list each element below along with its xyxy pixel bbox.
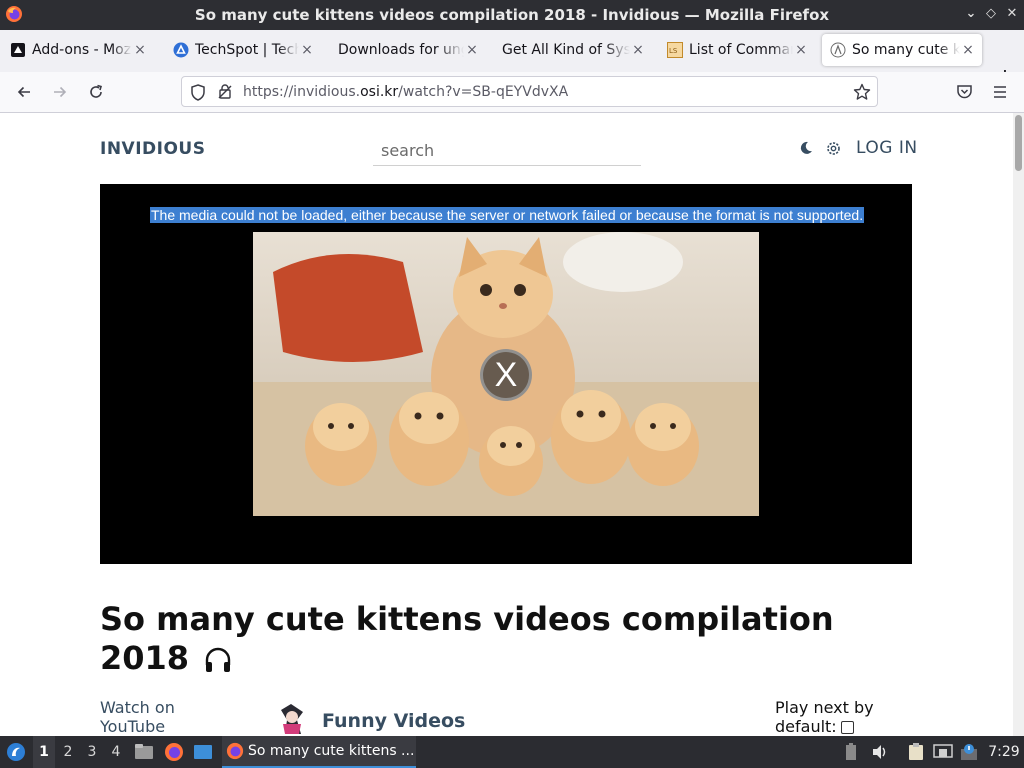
tab-close-icon[interactable]: × — [299, 42, 315, 58]
taskbar-window-firefox[interactable]: So many cute kittens ... — [222, 736, 416, 768]
tray-battery[interactable] — [842, 736, 860, 768]
back-button[interactable] — [14, 82, 34, 102]
restore-button[interactable]: ◇ — [982, 5, 1000, 23]
playback-error-x-icon: X — [480, 349, 532, 401]
tab-label: So many cute kittens — [852, 42, 960, 58]
firefox-icon — [226, 742, 244, 760]
tab-close-icon[interactable]: × — [630, 42, 646, 58]
reload-icon — [90, 84, 102, 98]
window-title: So many cute kittens videos compilation … — [194, 6, 830, 24]
file-manager-launcher[interactable] — [133, 736, 155, 768]
url-text[interactable]: https://invidious.osi.kr/watch?v=SB-qEYV… — [243, 84, 568, 100]
window-titlebar: So many cute kittens videos compilation … — [0, 0, 1024, 30]
app-launcher-icon — [7, 743, 25, 761]
window-close-button[interactable]: ✕ — [1003, 5, 1021, 23]
hamburger-menu-icon — [994, 86, 1006, 98]
tab-strip: Add-ons - Mozilla × TechSpot | Technolog… — [0, 30, 1024, 89]
svg-text:LS: LS — [669, 47, 678, 55]
channel-name-link[interactable]: Funny Videos — [322, 710, 465, 732]
tab-label: List of Commands — [689, 42, 793, 58]
gear-icon[interactable] — [825, 140, 842, 157]
firefox-launcher[interactable] — [163, 736, 185, 768]
taskbar-clock[interactable]: 7:29 — [984, 736, 1024, 768]
tab-techspot[interactable]: TechSpot | Technology × — [165, 34, 321, 66]
login-link[interactable]: LOG IN — [856, 138, 918, 158]
network-icon — [933, 744, 953, 758]
workspace-3[interactable]: 3 — [81, 736, 103, 768]
techspot-icon — [173, 42, 189, 58]
pocket-button[interactable] — [954, 82, 974, 102]
tab-addons[interactable]: Add-ons - Mozilla × — [2, 34, 154, 66]
invidious-logo-link[interactable]: INVIDIOUS — [100, 139, 205, 159]
media-error-message: The media could not be loaded, either be… — [150, 207, 865, 223]
tab-close-icon[interactable]: × — [793, 42, 809, 58]
update-notification-icon — [961, 744, 977, 760]
firefox-icon — [165, 743, 183, 761]
invidious-icon — [830, 42, 846, 58]
tab-close-icon[interactable]: × — [132, 42, 148, 58]
workspace-1[interactable]: 1 — [33, 736, 55, 768]
tab-downloads[interactable]: Downloads for ungoogled × — [330, 34, 486, 66]
ls-icon: LS — [667, 42, 683, 58]
moon-icon[interactable] — [798, 140, 814, 156]
clipboard-icon — [909, 743, 923, 760]
video-title: So many cute kittens videos compilation … — [100, 600, 900, 678]
workspace-4[interactable]: 4 — [105, 736, 127, 768]
volume-icon — [873, 745, 886, 759]
battery-icon — [846, 743, 856, 760]
bookmark-star-icon[interactable] — [853, 83, 871, 101]
tab-close-icon[interactable]: × — [464, 42, 480, 58]
tracking-protection-shield-icon[interactable] — [190, 84, 206, 101]
tab-label: Add-ons - Mozilla — [32, 42, 132, 58]
folder-icon — [135, 744, 153, 759]
forward-button[interactable] — [50, 82, 70, 102]
addons-icon — [10, 42, 26, 58]
url-prefix: https://invidious. — [243, 84, 361, 100]
pocket-icon — [956, 85, 972, 99]
play-next-toggle: Play next by default: — [775, 698, 895, 736]
tray-volume[interactable] — [870, 736, 890, 768]
reload-button[interactable] — [86, 82, 106, 102]
menu-button[interactable] — [990, 82, 1010, 102]
site-permissions-lock-icon[interactable] — [217, 83, 233, 100]
web-page: INVIDIOUS LOG IN The media could not be … — [0, 113, 1013, 736]
taskbar-window-label: So many cute kittens ... — [248, 743, 415, 759]
play-next-label: Play next by default: — [775, 698, 874, 736]
forward-arrow-icon — [54, 86, 67, 98]
play-next-checkbox[interactable] — [840, 721, 854, 734]
tab-label: Get All Kind of System — [502, 42, 630, 58]
show-desktop-button[interactable] — [192, 736, 214, 768]
desktop-taskbar: 1 2 3 4 So many cute kittens ... 7:29 — [0, 736, 1024, 768]
tab-label: TechSpot | Technology — [195, 42, 299, 58]
navigation-toolbar: https://invidious.osi.kr/watch?v=SB-qEYV… — [0, 72, 1024, 113]
tab-list-of-commands[interactable]: LS List of Commands × — [659, 34, 815, 66]
minimize-button[interactable]: ⌄ — [962, 5, 980, 23]
watch-on-youtube-link[interactable]: Watch on YouTube — [100, 698, 200, 736]
tab-close-icon[interactable]: × — [960, 42, 976, 58]
url-path: /watch?v=SB-qEYVdvXA — [398, 84, 569, 100]
search-input[interactable] — [373, 135, 641, 166]
headphones-icon[interactable] — [204, 647, 232, 673]
back-arrow-icon — [17, 86, 30, 98]
tray-clipboard[interactable] — [906, 736, 926, 768]
address-bar[interactable]: https://invidious.osi.kr/watch?v=SB-qEYV… — [181, 76, 878, 107]
scrollbar-thumb[interactable] — [1015, 115, 1022, 171]
tab-label: Downloads for ungoogled — [338, 42, 464, 58]
channel-avatar[interactable] — [273, 700, 311, 736]
tray-updates[interactable] — [958, 736, 980, 768]
url-domain: osi.kr — [360, 84, 399, 100]
workspace-2[interactable]: 2 — [57, 736, 79, 768]
tab-invidious-active[interactable]: So many cute kittens × — [822, 34, 982, 66]
tray-network[interactable] — [932, 736, 954, 768]
desktop-icon — [194, 745, 212, 759]
start-menu-button[interactable] — [4, 736, 28, 768]
tab-system[interactable]: Get All Kind of System × — [494, 34, 652, 66]
video-player[interactable]: The media could not be loaded, either be… — [100, 184, 912, 564]
page-scrollbar[interactable] — [1013, 113, 1024, 736]
